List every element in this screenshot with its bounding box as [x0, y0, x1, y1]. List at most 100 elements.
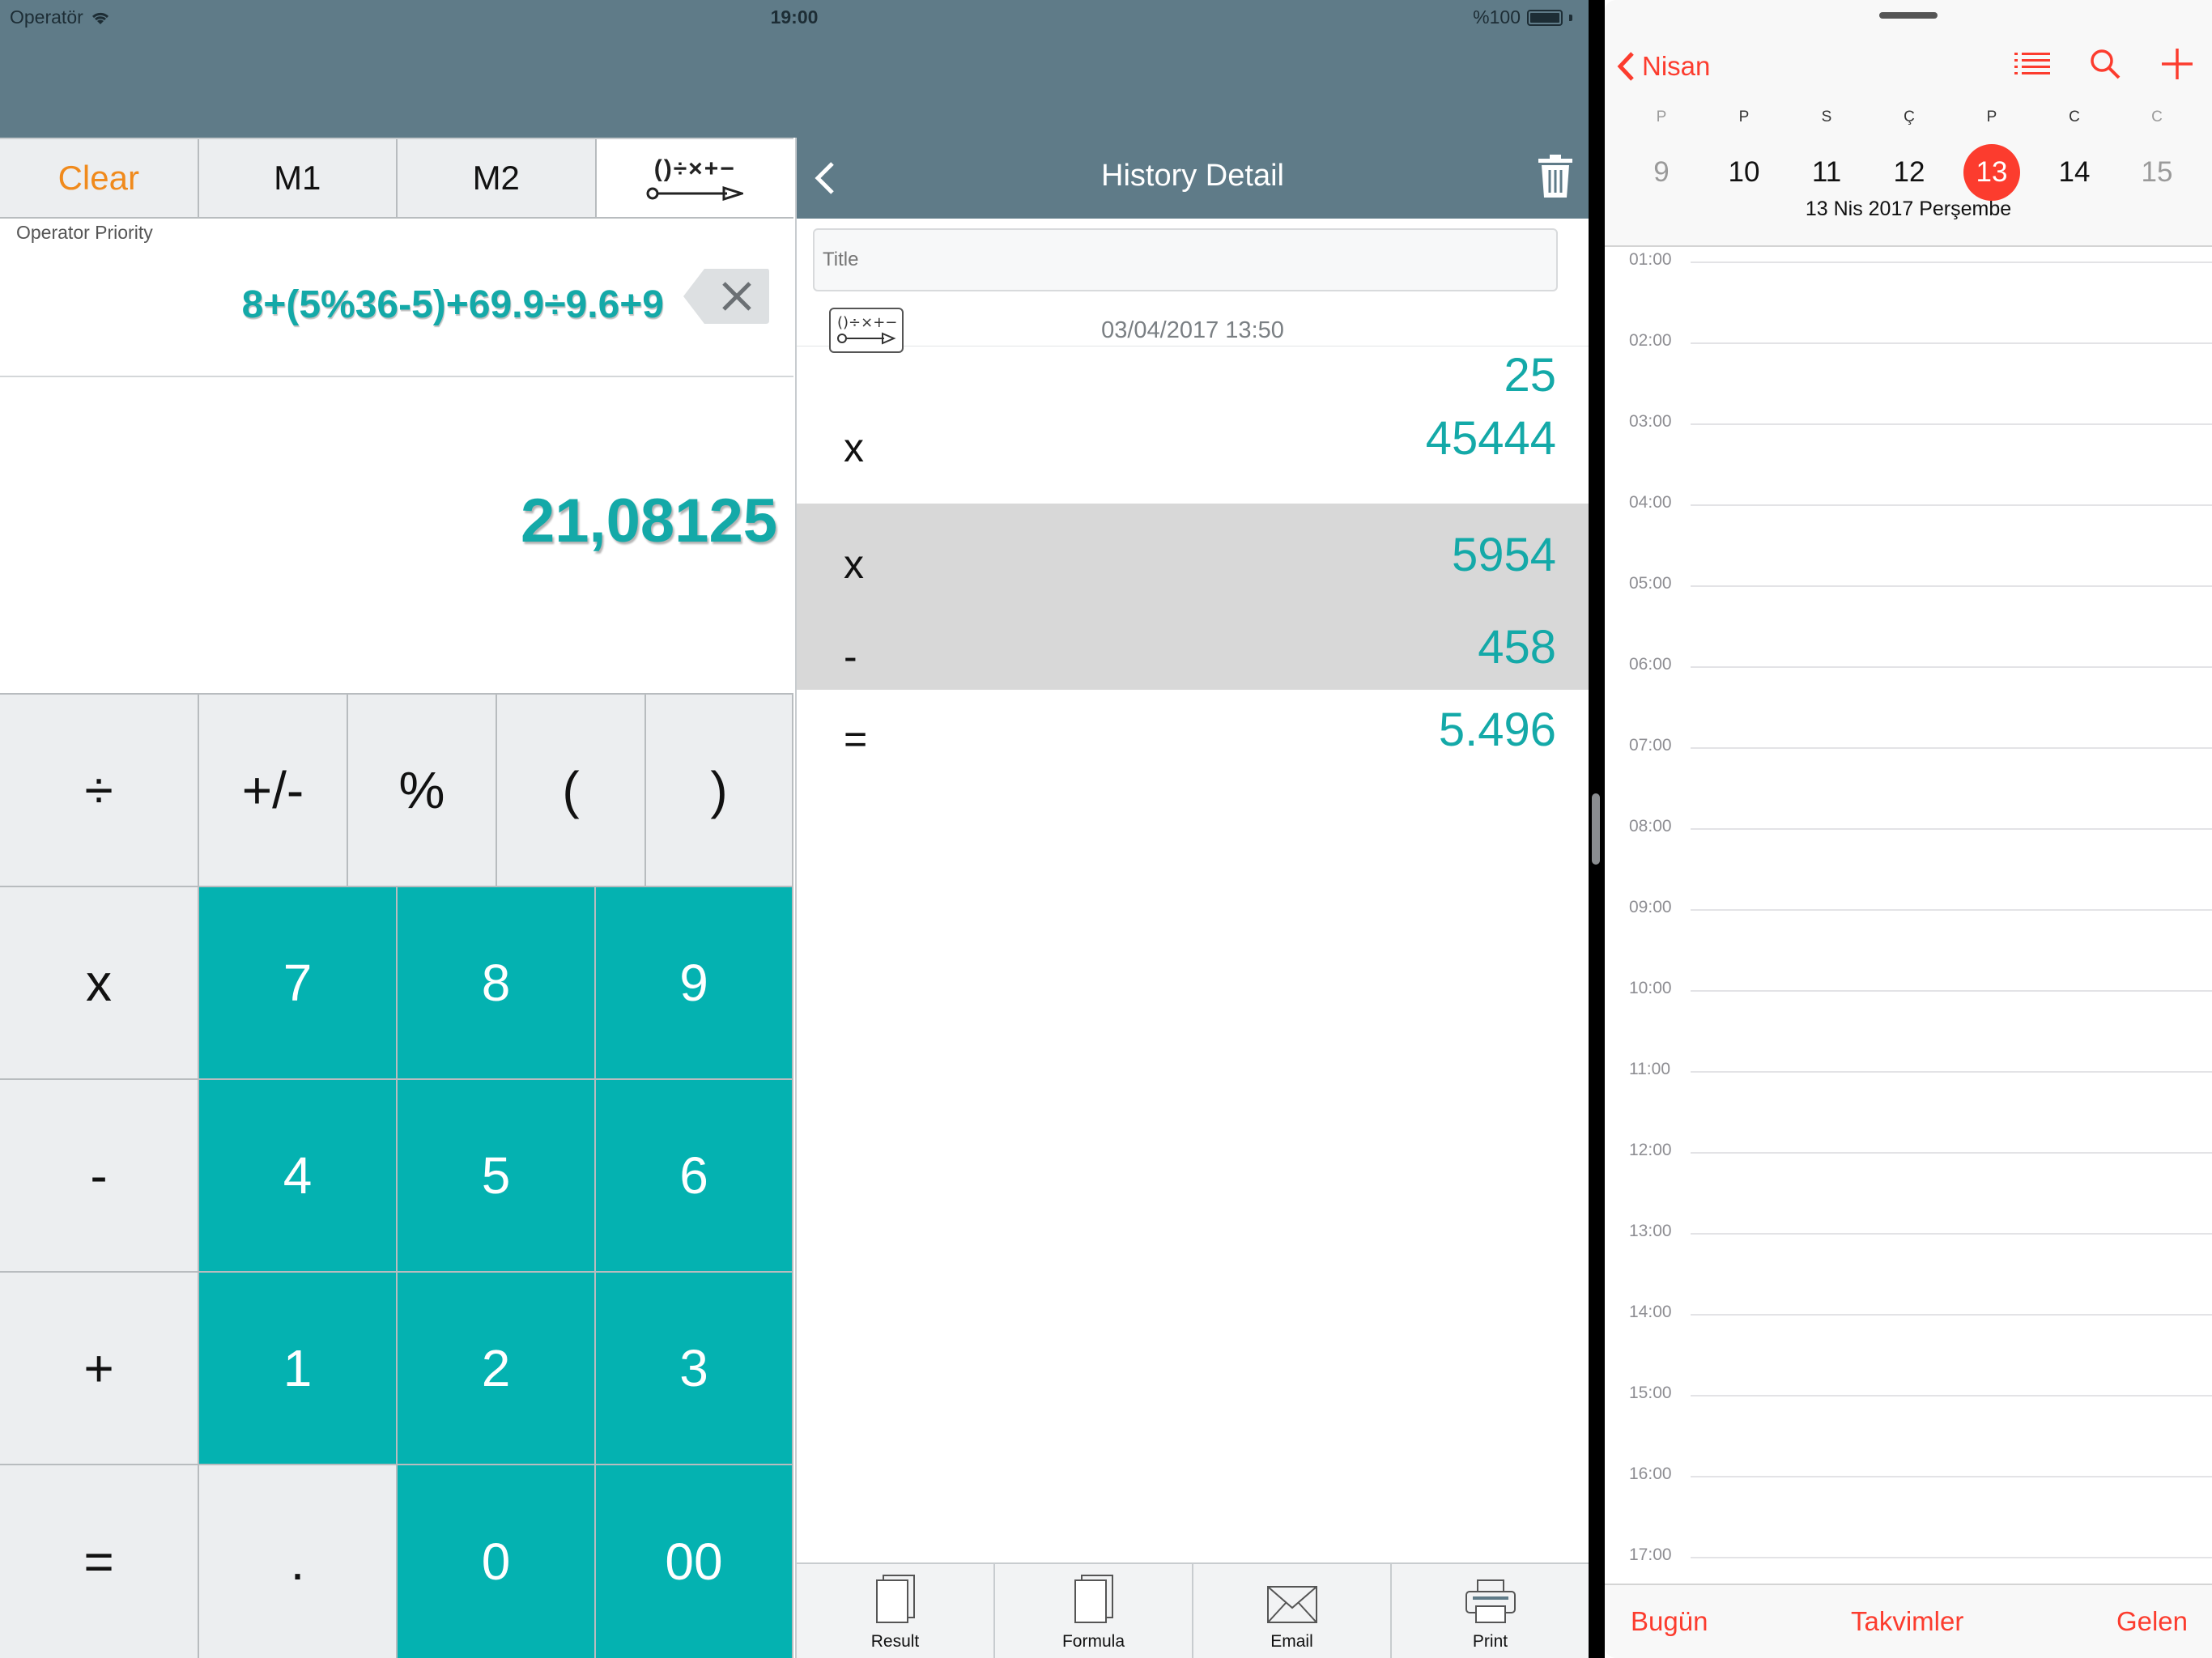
hour-line — [1691, 1152, 2212, 1154]
hour-line — [1691, 504, 2212, 506]
history-row-op: - — [844, 634, 857, 679]
nine-key[interactable]: 9 — [596, 887, 793, 1080]
history-row-op: x — [844, 425, 864, 470]
day-timeline[interactable]: 01:00 02:00 03:00 04:00 05:00 06:00 07:0… — [1605, 247, 2212, 1583]
hour-label: 01:00 — [1629, 250, 1672, 269]
weekday-label: C — [2151, 108, 2163, 125]
double-zero-key[interactable]: 00 — [596, 1465, 793, 1658]
email-button-label: Email — [1270, 1632, 1313, 1651]
day-cell[interactable]: 10 — [1712, 144, 1776, 201]
hour-row: 12:00 — [1605, 1141, 2212, 1159]
two-key[interactable]: 2 — [398, 1273, 596, 1465]
multiply-key[interactable]: x — [0, 887, 199, 1080]
app-header — [0, 32, 1589, 138]
week-strip: 9 10 11 12 13 14 15 — [1605, 144, 2212, 202]
day-cell[interactable]: 15 — [2125, 144, 2189, 201]
equals-key[interactable]: = — [0, 1465, 199, 1658]
hour-line — [1691, 828, 2212, 830]
memory-2-button[interactable]: M2 — [398, 139, 597, 217]
eight-key[interactable]: 8 — [398, 887, 596, 1080]
calculator-panel: Clear M1 M2 ()÷×+− Operator Priority 8 + (… — [0, 138, 793, 1658]
selected-date-title: 13 Nis 2017 Perşembe — [1805, 198, 2012, 220]
history-title: History Detail — [1101, 159, 1284, 193]
mode-label: Operator Priority — [16, 222, 153, 243]
calendars-button[interactable]: Takvimler — [1851, 1606, 1963, 1637]
formula-button[interactable]: Formula — [995, 1564, 1193, 1658]
history-toolbar: Result Formula Email Print — [797, 1562, 1589, 1658]
hour-label: 02:00 — [1629, 331, 1672, 350]
search-icon[interactable] — [2089, 48, 2121, 80]
month-back-button[interactable]: Nisan — [1616, 50, 1710, 83]
battery-percent: %100 — [1473, 6, 1521, 28]
list-icon[interactable] — [2014, 52, 2050, 76]
split-view-divider[interactable] — [1589, 0, 1605, 1658]
result-display: 21,08125 — [521, 487, 777, 555]
day-cell[interactable]: 9 — [1629, 144, 1694, 201]
operator-priority-icon: ()÷×+− — [646, 155, 744, 201]
hour-line — [1691, 666, 2212, 668]
plus-minus-key[interactable]: +/- — [199, 695, 348, 887]
clock: 19:00 — [770, 6, 819, 28]
history-row-value: 458 — [1478, 621, 1556, 674]
backspace-icon[interactable] — [682, 267, 771, 325]
hour-label: 15:00 — [1629, 1384, 1672, 1402]
history-row: = 5.496 — [797, 691, 1589, 779]
title-input[interactable] — [813, 228, 1558, 291]
add-icon[interactable] — [2160, 47, 2194, 81]
four-key[interactable]: 4 — [199, 1080, 398, 1273]
copy-icon — [1074, 1575, 1113, 1623]
hour-label: 06:00 — [1629, 655, 1672, 674]
day-cell[interactable]: 11 — [1794, 144, 1859, 201]
five-key[interactable]: 5 — [398, 1080, 596, 1273]
mode-tabs: Clear M1 M2 ()÷×+− — [0, 138, 793, 219]
six-key[interactable]: 6 — [596, 1080, 793, 1273]
slide-over-grabber[interactable] — [1879, 12, 1938, 19]
plus-key[interactable]: + — [0, 1273, 199, 1465]
email-button[interactable]: Email — [1193, 1564, 1392, 1658]
today-button[interactable]: Bugün — [1631, 1606, 1708, 1637]
three-key[interactable]: 3 — [596, 1273, 793, 1465]
print-button[interactable]: Print — [1392, 1564, 1589, 1658]
clear-button[interactable]: Clear — [0, 139, 199, 217]
history-row-value: 25 — [1504, 349, 1556, 402]
hour-line — [1691, 1071, 2212, 1073]
hour-label: 16:00 — [1629, 1465, 1672, 1483]
formula-button-label: Formula — [1061, 1632, 1125, 1651]
arrow-icon — [646, 186, 744, 201]
close-paren-key[interactable]: ) — [646, 695, 793, 887]
hour-row: 16:00 — [1605, 1465, 2212, 1483]
keypad: ÷ +/- % ( ) x 7 8 9 - 4 5 6 + 1 2 3 = . … — [0, 693, 793, 1658]
one-key[interactable]: 1 — [199, 1273, 398, 1465]
operator-priority-toggle[interactable]: ()÷×+− — [596, 139, 793, 217]
hour-line — [1691, 1233, 2212, 1235]
result-button[interactable]: Result — [797, 1564, 995, 1658]
hour-row: 05:00 — [1605, 574, 2212, 593]
percent-key[interactable]: % — [348, 695, 497, 887]
minus-key[interactable]: - — [0, 1080, 199, 1273]
weekday-label: P — [1986, 108, 1997, 125]
hour-line — [1691, 1476, 2212, 1477]
memory-1-button[interactable]: M1 — [198, 139, 398, 217]
hour-label: 12:00 — [1629, 1141, 1672, 1159]
divide-key[interactable]: ÷ — [0, 695, 199, 887]
trash-icon[interactable] — [1537, 154, 1574, 199]
history-row-op: = — [844, 716, 868, 762]
history-row-selected[interactable]: x 5954 - 458 — [797, 504, 1589, 690]
weekday-label: Ç — [1904, 108, 1915, 125]
hour-line — [1691, 585, 2212, 587]
hour-label: 17:00 — [1629, 1545, 1672, 1564]
history-nav-bar: History Detail — [797, 138, 1589, 219]
day-cell[interactable]: 12 — [1877, 144, 1942, 201]
day-cell-today[interactable]: 13 — [1959, 144, 2024, 201]
hour-row: 15:00 — [1605, 1384, 2212, 1402]
open-paren-key[interactable]: ( — [497, 695, 646, 887]
history-row-value: 5.496 — [1438, 704, 1556, 756]
decimal-key[interactable]: . — [199, 1465, 398, 1658]
day-cell[interactable]: 14 — [2042, 144, 2107, 201]
split-view-handle[interactable] — [1592, 793, 1600, 865]
hour-row: 03:00 — [1605, 412, 2212, 431]
inbox-button[interactable]: Gelen — [2116, 1606, 2188, 1637]
history-detail-panel: History Detail ()÷×+− 03/04/2017 13:50 2… — [795, 138, 1589, 1658]
seven-key[interactable]: 7 — [199, 887, 398, 1080]
zero-key[interactable]: 0 — [398, 1465, 596, 1658]
